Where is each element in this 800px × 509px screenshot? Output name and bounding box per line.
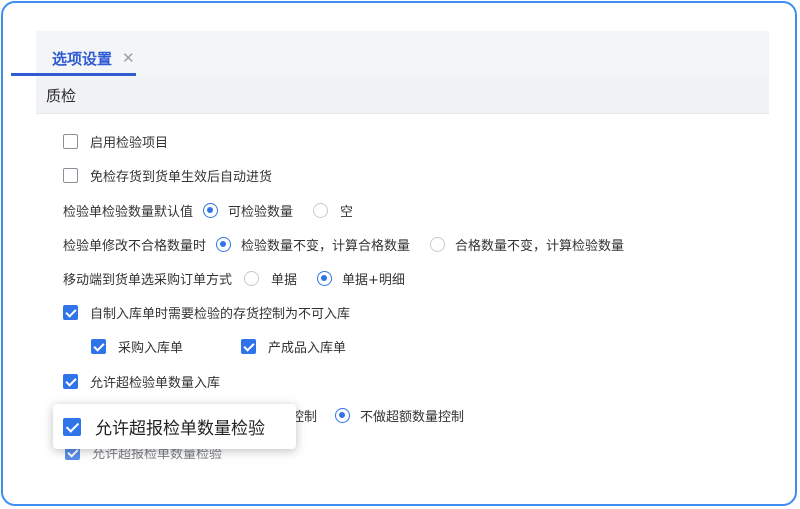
option-purchase-receipt[interactable]: 采购入库单: [91, 337, 183, 356]
auto-receive-checkbox[interactable]: [63, 168, 78, 183]
option-enable-inspection[interactable]: 启用检验项目: [63, 132, 168, 151]
allow-over-receipt-label: 允许超检验单数量入库: [90, 376, 221, 391]
active-tab-indicator: [11, 73, 136, 76]
highlighted-option-popup[interactable]: 允许超报检单数量检验: [53, 404, 296, 449]
option-modify-fail-qty: 检验单修改不合格数量时 检验数量不变，计算合格数量 合格数量不变，计算检验数量: [63, 235, 624, 254]
option-mobile-method: 移动端到货单选采购订单方式 单据 单据+明细: [63, 269, 405, 288]
option-auto-receive[interactable]: 免检存货到货单生效后自动进货: [63, 166, 272, 185]
option-allow-over-receipt[interactable]: 允许超检验单数量入库: [63, 372, 220, 391]
modify-fail-qty-radio-1[interactable]: [216, 237, 232, 252]
mobile-method-label: 移动端到货单选采购订单方式: [63, 273, 233, 288]
option-product-receipt[interactable]: 产成品入库单: [241, 337, 346, 356]
self-made-control-label: 自制入库单时需要检验的存货控制为不可入库: [90, 307, 351, 322]
over-control-radio-no-control[interactable]: [335, 408, 351, 423]
tab-options-settings[interactable]: 选项设置 ✕: [42, 41, 145, 75]
default-qty-radio-empty[interactable]: [313, 203, 329, 218]
modify-fail-qty-choice-2[interactable]: 合格数量不变，计算检验数量: [455, 235, 624, 254]
modify-fail-qty-radio-2[interactable]: [430, 237, 446, 252]
option-over-control: 控制 不做超额数量控制: [291, 406, 464, 425]
modify-fail-qty-choice-1[interactable]: 检验数量不变，计算合格数量: [241, 235, 410, 254]
mobile-method-choice-doc[interactable]: 单据: [271, 269, 297, 288]
default-qty-radio-inspectable[interactable]: [203, 203, 219, 218]
auto-receive-label: 免检存货到货单生效后自动进货: [90, 170, 273, 185]
tab-label: 选项设置: [52, 49, 113, 68]
section-title: 质检: [46, 87, 77, 105]
option-default-qty: 检验单检验数量默认值 可检验数量 空: [63, 201, 353, 220]
default-qty-label: 检验单检验数量默认值: [63, 205, 194, 220]
default-qty-choice-empty[interactable]: 空: [340, 201, 353, 220]
window-frame: 选项设置 ✕ 质检 启用检验项目 免检存货到货单生效后自动进货 检验单检验数量默…: [1, 1, 797, 506]
popup-checkbox[interactable]: [63, 417, 81, 436]
product-receipt-label: 产成品入库单: [268, 341, 347, 356]
default-qty-choice-inspectable[interactable]: 可检验数量: [228, 201, 293, 220]
tab-bar: 选项设置 ✕: [36, 31, 769, 78]
popup-label: 允许超报检单数量检验: [95, 419, 265, 439]
purchase-receipt-label: 采购入库单: [118, 341, 184, 356]
enable-inspection-checkbox[interactable]: [63, 134, 78, 149]
mobile-method-radio-doc[interactable]: [244, 271, 260, 286]
close-icon[interactable]: ✕: [122, 49, 135, 67]
option-self-made-control[interactable]: 自制入库单时需要检验的存货控制为不可入库: [63, 303, 350, 322]
mobile-method-radio-doc-detail[interactable]: [317, 271, 333, 286]
product-receipt-checkbox[interactable]: [241, 339, 256, 354]
modify-fail-qty-label: 检验单修改不合格数量时: [63, 239, 207, 254]
allow-over-receipt-checkbox[interactable]: [63, 374, 78, 389]
mobile-method-choice-doc-detail[interactable]: 单据+明细: [342, 269, 405, 288]
over-control-choice-no-control[interactable]: 不做超额数量控制: [360, 406, 464, 425]
enable-inspection-label: 启用检验项目: [90, 136, 169, 151]
self-made-control-checkbox[interactable]: [63, 305, 78, 320]
section-header: 质检: [36, 77, 769, 114]
purchase-receipt-checkbox[interactable]: [91, 339, 106, 354]
